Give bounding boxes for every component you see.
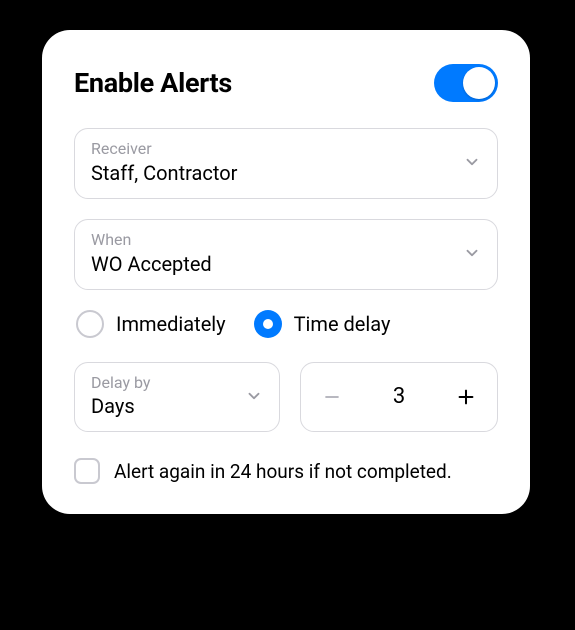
alerts-card: Enable Alerts Receiver Staff, Contractor…	[42, 30, 530, 514]
alert-again-checkbox[interactable]	[74, 458, 100, 484]
receiver-label: Receiver	[91, 139, 237, 160]
when-select[interactable]: When WO Accepted	[74, 219, 498, 290]
delay-by-value: Days	[91, 393, 150, 419]
receiver-select[interactable]: Receiver Staff, Contractor	[74, 128, 498, 199]
radio-time-delay[interactable]: Time delay	[254, 310, 391, 338]
when-label: When	[91, 230, 212, 251]
enable-alerts-toggle[interactable]	[434, 64, 498, 102]
radio-on-icon	[254, 310, 282, 338]
stepper-decrement[interactable]	[313, 366, 351, 428]
when-value: WO Accepted	[91, 251, 212, 277]
toggle-knob	[463, 67, 495, 99]
card-title: Enable Alerts	[74, 67, 232, 99]
stepper-increment[interactable]	[447, 366, 485, 428]
chevron-down-icon	[245, 387, 263, 405]
alert-again-label: Alert again in 24 hours if not completed…	[114, 460, 452, 483]
radio-time-delay-label: Time delay	[294, 312, 391, 336]
radio-immediately[interactable]: Immediately	[76, 310, 226, 338]
delay-amount-stepper: 3	[300, 362, 498, 433]
radio-immediately-label: Immediately	[116, 312, 226, 336]
chevron-down-icon	[463, 244, 481, 262]
stepper-value: 3	[393, 384, 405, 409]
delay-by-label: Delay by	[91, 373, 150, 394]
chevron-down-icon	[463, 153, 481, 171]
radio-off-icon	[76, 310, 104, 338]
delay-by-select[interactable]: Delay by Days	[74, 362, 280, 433]
receiver-value: Staff, Contractor	[91, 160, 237, 186]
timing-radio-group: Immediately Time delay	[76, 310, 498, 338]
